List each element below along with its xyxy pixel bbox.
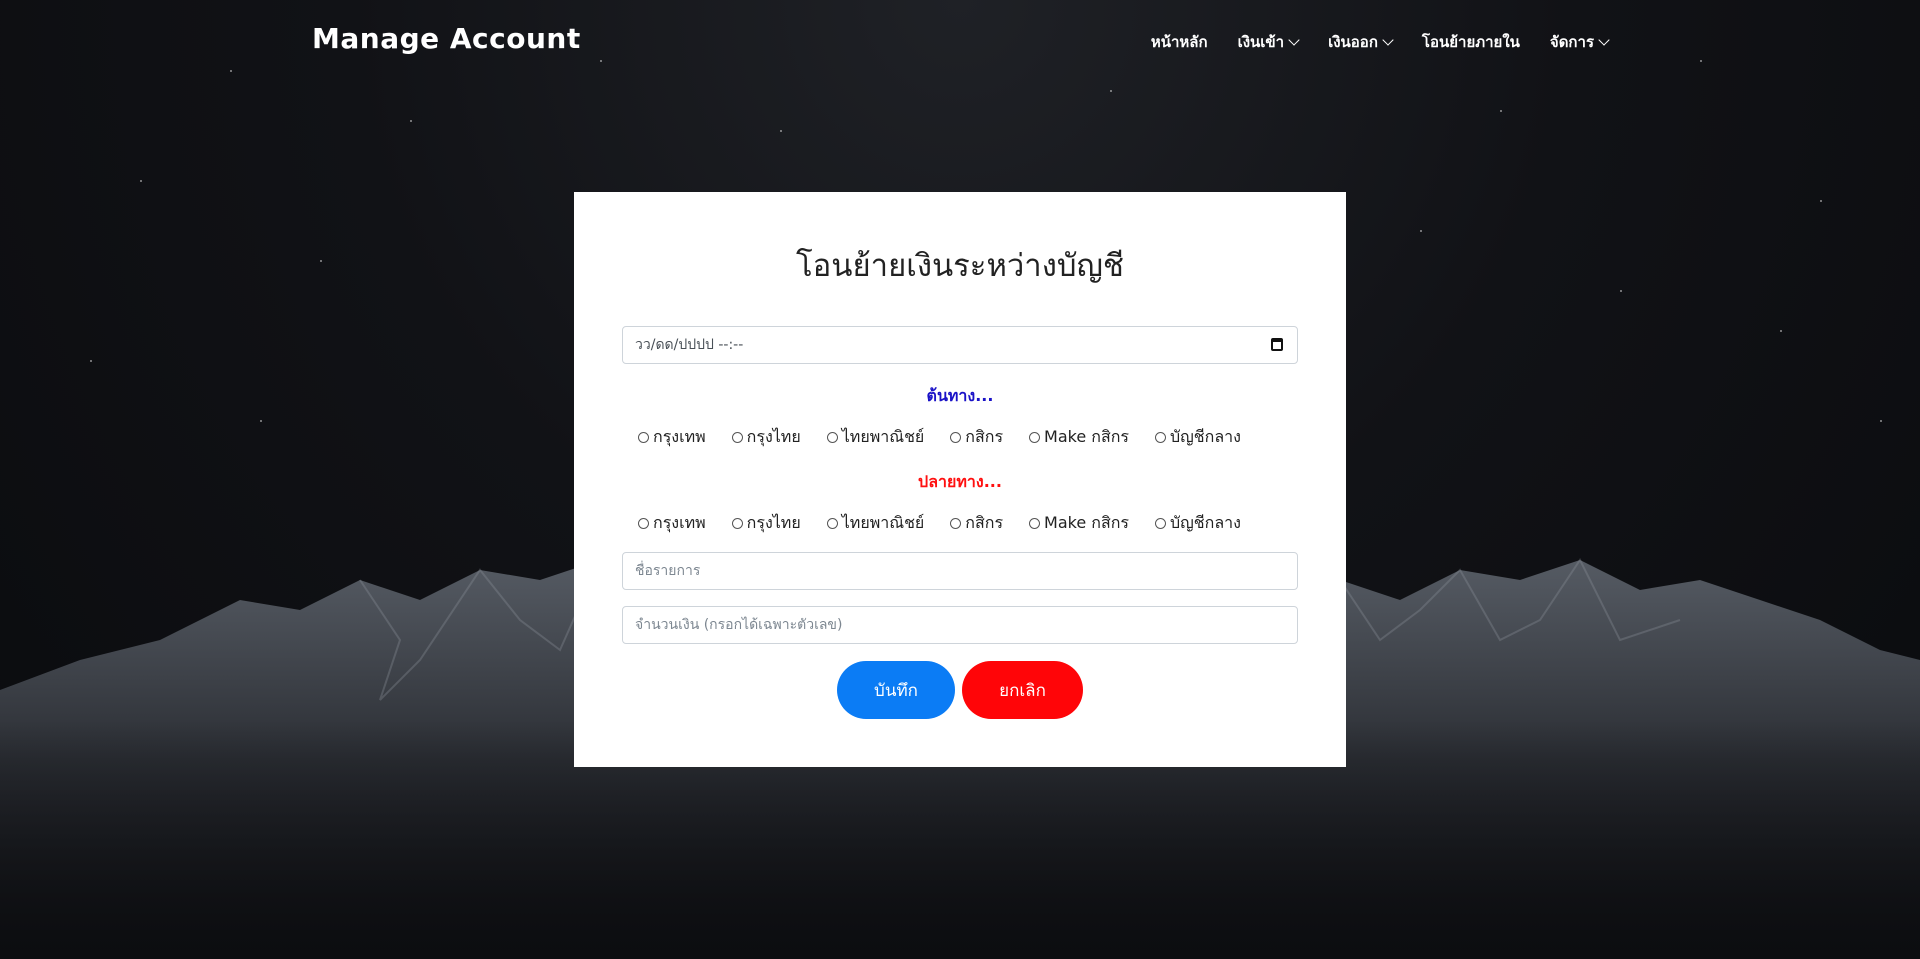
chevron-down-icon xyxy=(1598,34,1610,46)
nav-item-manage[interactable]: จัดการ xyxy=(1549,30,1610,54)
radio-label: Make กสิกร xyxy=(1044,513,1129,532)
radio-label: Make กสิกร xyxy=(1044,427,1129,446)
nav-item-internal-transfer[interactable]: โอนย้ายภายใน xyxy=(1422,30,1520,54)
destination-option-kasikorn[interactable]: กสิกร xyxy=(950,511,1003,536)
nav-item-home[interactable]: หน้าหลัก xyxy=(1151,30,1208,54)
radio-label: บัญชีกลาง xyxy=(1170,427,1241,446)
source-option-krungthai[interactable]: กรุงไทย xyxy=(731,425,801,450)
brand-title[interactable]: Manage Account xyxy=(312,22,581,55)
destination-radio-group: กรุงเทพ กรุงไทย ไทยพาณิชย์ กสิกร Make กส… xyxy=(638,511,1267,536)
destination-option-make-kasikorn[interactable]: Make กสิกร xyxy=(1029,511,1129,536)
radio-label: กรุงเทพ xyxy=(653,427,706,446)
transfer-form-card: โอนย้ายเงินระหว่างบัญชี วว/ดด/ปปปป --:--… xyxy=(574,192,1346,767)
source-option-make-kasikorn[interactable]: Make กสิกร xyxy=(1029,425,1129,450)
form-header: โอนย้ายเงินระหว่างบัญชี xyxy=(574,240,1346,338)
radio-button[interactable] xyxy=(731,518,743,529)
nav-item-label: เงินออก xyxy=(1328,33,1378,51)
destination-option-scb[interactable]: ไทยพาณิชย์ xyxy=(826,511,925,536)
radio-button[interactable] xyxy=(638,518,649,529)
radio-button[interactable] xyxy=(638,432,649,443)
radio-label: กรุงไทย xyxy=(746,427,801,446)
datetime-placeholder: วว/ดด/ปปปป --:-- xyxy=(635,337,744,353)
destination-option-bangkok[interactable]: กรุงเทพ xyxy=(638,511,706,536)
source-option-scb[interactable]: ไทยพาณิชย์ xyxy=(826,425,925,450)
nav-menu: หน้าหลัก เงินเข้า เงินออก โอนย้ายภายใน จ… xyxy=(1121,30,1610,54)
radio-button[interactable] xyxy=(731,432,743,443)
radio-label: กสิกร xyxy=(965,427,1004,446)
item-name-input[interactable]: ชื่อรายการ xyxy=(622,552,1298,590)
calendar-icon[interactable] xyxy=(1271,338,1283,351)
nav-item-label: จัดการ xyxy=(1549,33,1594,51)
radio-label: กสิกร xyxy=(965,513,1004,532)
radio-button[interactable] xyxy=(826,518,838,529)
chevron-down-icon xyxy=(1288,34,1300,46)
form-title: โอนย้ายเงินระหว่างบัญชี xyxy=(796,248,1124,284)
datetime-input[interactable]: วว/ดด/ปปปป --:-- xyxy=(622,326,1298,364)
radio-label: กรุงไทย xyxy=(746,513,801,532)
destination-label: ปลายทาง... xyxy=(918,472,1002,491)
radio-button[interactable] xyxy=(1029,518,1041,529)
amount-placeholder: จำนวนเงิน (กรอกได้เฉพาะตัวเลข) xyxy=(635,617,843,633)
nav-item-expense[interactable]: เงินออก xyxy=(1328,30,1394,54)
nav-item-label: เงินเข้า xyxy=(1237,33,1285,51)
radio-label: กรุงเทพ xyxy=(653,513,706,532)
radio-label: ไทยพาณิชย์ xyxy=(841,513,925,532)
item-name-placeholder: ชื่อรายการ xyxy=(635,563,701,579)
top-navbar: Manage Account หน้าหลัก เงินเข้า เงินออก… xyxy=(0,0,1920,86)
radio-button[interactable] xyxy=(950,432,962,443)
radio-button[interactable] xyxy=(1029,432,1041,443)
source-radio-group: กรุงเทพ กรุงไทย ไทยพาณิชย์ กสิกร Make กส… xyxy=(638,425,1267,450)
nav-item-label: หน้าหลัก xyxy=(1150,33,1208,51)
destination-option-central[interactable]: บัญชีกลาง xyxy=(1155,511,1241,536)
radio-button[interactable] xyxy=(1155,432,1166,443)
destination-option-krungthai[interactable]: กรุงไทย xyxy=(731,511,801,536)
radio-button[interactable] xyxy=(950,518,962,529)
source-option-bangkok[interactable]: กรุงเทพ xyxy=(638,425,706,450)
radio-label: ไทยพาณิชย์ xyxy=(841,427,925,446)
amount-input[interactable]: จำนวนเงิน (กรอกได้เฉพาะตัวเลข) xyxy=(622,606,1298,644)
chevron-down-icon xyxy=(1382,34,1394,46)
cancel-button[interactable]: ยกเลิก xyxy=(962,661,1083,719)
radio-button[interactable] xyxy=(1155,518,1166,529)
source-option-central[interactable]: บัญชีกลาง xyxy=(1155,425,1241,450)
source-option-kasikorn[interactable]: กสิกร xyxy=(950,425,1003,450)
source-label: ต้นทาง... xyxy=(926,386,994,405)
radio-label: บัญชีกลาง xyxy=(1170,513,1241,532)
save-button[interactable]: บันทึก xyxy=(837,661,955,719)
nav-item-label: โอนย้ายภายใน xyxy=(1421,33,1520,51)
radio-button[interactable] xyxy=(826,432,838,443)
nav-item-income[interactable]: เงินเข้า xyxy=(1237,30,1300,54)
